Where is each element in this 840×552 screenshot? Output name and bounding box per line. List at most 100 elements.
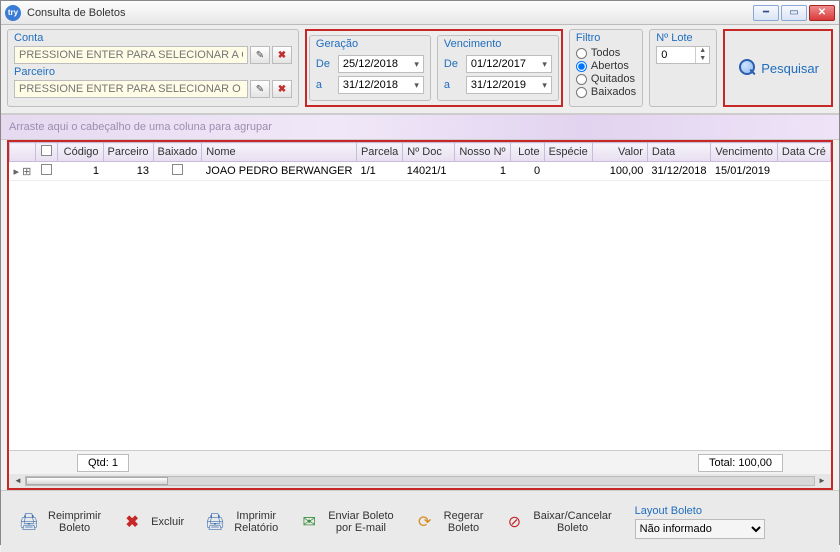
search-button[interactable]: Pesquisar bbox=[731, 55, 825, 81]
filtro-quitados[interactable]: Quitados bbox=[576, 73, 636, 85]
delete-icon: ✖ bbox=[119, 509, 145, 535]
scroll-left-icon[interactable]: ◄ bbox=[11, 476, 25, 486]
window-title: Consulta de Boletos bbox=[27, 7, 125, 19]
venc-a-value: 31/12/2019 bbox=[471, 79, 526, 91]
cell-codigo: 1 bbox=[57, 162, 103, 181]
dropdown-icon: ▾ bbox=[542, 59, 547, 70]
filtro-abertos-label: Abertos bbox=[591, 60, 629, 72]
row-indicator: ▸ ⊞ bbox=[10, 162, 36, 181]
venc-a-input[interactable]: 31/12/2019 ▾ bbox=[466, 76, 552, 94]
app-icon: try bbox=[5, 5, 21, 21]
layout-select[interactable]: Não informado bbox=[635, 519, 765, 539]
parceiro-clear-button[interactable]: ✖ bbox=[272, 80, 292, 98]
col-parceiro[interactable]: Parceiro bbox=[103, 143, 153, 162]
col-especie[interactable]: Espécie bbox=[544, 143, 592, 162]
col-parcela[interactable]: Parcela bbox=[356, 143, 402, 162]
checkbox-icon[interactable] bbox=[41, 145, 52, 156]
scroll-right-icon[interactable]: ► bbox=[815, 476, 829, 486]
date-filters: Geração De 25/12/2018▾ a 31/12/2018▾ Ven… bbox=[305, 29, 563, 107]
col-nome[interactable]: Nome bbox=[202, 143, 357, 162]
col-codigo[interactable]: Código bbox=[57, 143, 103, 162]
filtro-quitados-label: Quitados bbox=[591, 73, 635, 85]
geracao-de-label: De bbox=[316, 58, 334, 70]
geracao-de-value: 25/12/2018 bbox=[343, 58, 398, 70]
parceiro-label: Parceiro bbox=[14, 66, 292, 78]
baixar-cancelar-button[interactable]: ⊘ Baixar/CancelarBoleto bbox=[494, 504, 618, 540]
spinner-down-icon[interactable]: ▼ bbox=[695, 55, 709, 63]
venc-de-input[interactable]: 01/12/2017▾ bbox=[466, 55, 552, 73]
refresh-icon: ⟳ bbox=[412, 509, 438, 535]
results-grid: Código Parceiro Baixado Nome Parcela Nº … bbox=[7, 140, 833, 490]
scrollbar-thumb[interactable] bbox=[26, 477, 168, 485]
horizontal-scrollbar[interactable]: ◄ ► bbox=[9, 474, 831, 488]
filtro-todos[interactable]: Todos bbox=[576, 47, 636, 59]
lote-title: Nº Lote bbox=[656, 32, 710, 44]
filtro-baixados[interactable]: Baixados bbox=[576, 86, 636, 98]
excluir-label: Excluir bbox=[151, 516, 184, 528]
filtro-title: Filtro bbox=[576, 32, 636, 44]
regerar-button[interactable]: ⟳ RegerarBoleto bbox=[405, 504, 491, 540]
imprimir-relatorio-button[interactable]: 🖨 ImprimirRelatório bbox=[195, 504, 285, 540]
filtro-abertos[interactable]: Abertos bbox=[576, 60, 636, 72]
minimize-button[interactable]: ━ bbox=[753, 5, 779, 21]
bottom-toolbar: 🖨 ReimprimirBoleto ✖ Excluir 🖨 ImprimirR… bbox=[1, 490, 839, 552]
col-data[interactable]: Data bbox=[647, 143, 711, 162]
filter-panel: Conta ✎ ✖ Parceiro ✎ ✖ Geração De 25/12/… bbox=[1, 25, 839, 114]
parceiro-input[interactable] bbox=[14, 80, 248, 98]
search-label: Pesquisar bbox=[761, 61, 819, 76]
row-checkbox[interactable] bbox=[41, 164, 52, 175]
col-venc[interactable]: Vencimento bbox=[711, 143, 777, 162]
qtd-box: Qtd: 1 bbox=[77, 454, 129, 472]
maximize-button[interactable]: ▭ bbox=[781, 5, 807, 21]
reimprimir-label: ReimprimirBoleto bbox=[48, 510, 101, 534]
geracao-group: Geração De 25/12/2018▾ a 31/12/2018▾ bbox=[309, 35, 431, 101]
col-check[interactable] bbox=[35, 143, 57, 162]
conta-label: Conta bbox=[14, 32, 292, 44]
geracao-a-input[interactable]: 31/12/2018▾ bbox=[338, 76, 424, 94]
search-area: Pesquisar bbox=[723, 29, 833, 107]
imprimir-rel-label: ImprimirRelatório bbox=[234, 510, 278, 534]
parceiro-edit-button[interactable]: ✎ bbox=[250, 80, 270, 98]
geracao-de-input[interactable]: 25/12/2018 ▾ bbox=[338, 55, 424, 73]
col-datacre[interactable]: Data Cré bbox=[777, 143, 830, 162]
spinner-up-icon[interactable]: ▲ bbox=[695, 47, 709, 55]
conta-input[interactable] bbox=[14, 46, 248, 64]
cell-nosso: 1 bbox=[454, 162, 510, 181]
cell-ndoc: 14021/1 bbox=[403, 162, 455, 181]
col-rowhandle[interactable] bbox=[10, 143, 36, 162]
dropdown-icon: ▾ bbox=[542, 80, 547, 91]
filtro-group: Filtro Todos Abertos Quitados Baixados bbox=[569, 29, 643, 107]
geracao-a-label: a bbox=[316, 79, 334, 91]
search-icon bbox=[737, 58, 757, 78]
col-nosso[interactable]: Nosso Nº bbox=[454, 143, 510, 162]
close-button[interactable]: ✕ bbox=[809, 5, 835, 21]
dropdown-icon: ▾ bbox=[414, 59, 419, 70]
cell-parceiro: 13 bbox=[103, 162, 153, 181]
scrollbar-track[interactable] bbox=[25, 476, 815, 486]
group-hint: Arraste aqui o cabeçalho de uma coluna p… bbox=[1, 114, 839, 140]
grid-header-row: Código Parceiro Baixado Nome Parcela Nº … bbox=[10, 143, 831, 162]
cell-datacre bbox=[777, 162, 830, 181]
conta-edit-button[interactable]: ✎ bbox=[250, 46, 270, 64]
reimprimir-button[interactable]: 🖨 ReimprimirBoleto bbox=[9, 504, 108, 540]
grid-footer: Qtd: 1 Total: 100,00 bbox=[9, 450, 831, 474]
col-baixado[interactable]: Baixado bbox=[153, 143, 202, 162]
printer-icon: 🖨 bbox=[16, 509, 42, 535]
col-ndoc[interactable]: Nº Doc bbox=[403, 143, 455, 162]
excluir-button[interactable]: ✖ Excluir bbox=[112, 504, 191, 540]
baixar-label: Baixar/CancelarBoleto bbox=[533, 510, 611, 534]
cancel-icon: ⊘ bbox=[501, 509, 527, 535]
col-lote[interactable]: Lote bbox=[510, 143, 544, 162]
geracao-a-value: 31/12/2018 bbox=[343, 79, 398, 91]
cell-nome: JOAO PEDRO BERWANGER bbox=[202, 162, 357, 181]
conta-clear-button[interactable]: ✖ bbox=[272, 46, 292, 64]
cell-venc: 15/01/2019 bbox=[711, 162, 777, 181]
lote-value: 0 bbox=[657, 49, 695, 61]
table-row[interactable]: ▸ ⊞ 1 13 JOAO PEDRO BERWANGER 1/1 14021/… bbox=[10, 162, 831, 181]
lote-input[interactable]: 0 ▲ ▼ bbox=[656, 46, 710, 64]
col-valor[interactable]: Valor bbox=[592, 143, 647, 162]
lote-group: Nº Lote 0 ▲ ▼ bbox=[649, 29, 717, 107]
enviar-email-button[interactable]: ✉ Enviar Boletopor E-mail bbox=[289, 504, 400, 540]
grid-table[interactable]: Código Parceiro Baixado Nome Parcela Nº … bbox=[9, 142, 831, 181]
cell-data: 31/12/2018 bbox=[647, 162, 711, 181]
